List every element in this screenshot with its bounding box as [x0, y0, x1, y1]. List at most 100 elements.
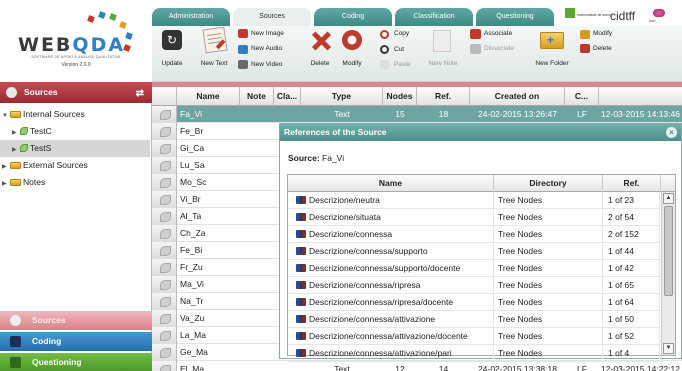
tree-item-internal-sources[interactable]: ▼ Internal Sources: [0, 106, 150, 123]
column-header-modified[interactable]: [599, 87, 682, 106]
reference-row[interactable]: Descrizione/connessa/supporto Tree Nodes 1…: [288, 243, 660, 260]
cell-type: Text: [334, 109, 350, 119]
column-header-classification[interactable]: Cla...: [274, 87, 301, 106]
logo-decoration: [87, 15, 95, 23]
modify-button[interactable]: Modify: [336, 60, 368, 67]
new-video-button[interactable]: New Video: [251, 61, 282, 68]
leaf-icon: [20, 144, 28, 152]
nav-questioning-button[interactable]: Questioning: [0, 353, 152, 371]
tree-item-label: Internal Sources: [23, 109, 85, 119]
source-icon: [152, 293, 177, 310]
reference-row[interactable]: Descrizione/connessa/supporto/docente Tre…: [288, 260, 660, 277]
scrollbar-thumb[interactable]: [664, 206, 673, 296]
column-header-name[interactable]: Name: [177, 87, 240, 106]
cut-button[interactable]: Cut: [394, 46, 404, 53]
dissociate-button[interactable]: Dissociate: [484, 45, 514, 52]
nav-sources-button[interactable]: Sources: [0, 311, 152, 330]
tab-sources[interactable]: Sources: [233, 8, 311, 26]
column-header-creator[interactable]: C...: [565, 87, 599, 106]
tab-administration[interactable]: Administration: [152, 8, 230, 26]
reference-row[interactable]: Descrizione/connessa/ripresa Tree Nodes 1 …: [288, 277, 660, 294]
associate-button[interactable]: Associate: [484, 30, 512, 37]
reference-row[interactable]: Descrizione/connessa/attivazione/docente…: [288, 328, 660, 345]
new-image-button[interactable]: New Image: [251, 30, 284, 37]
tree-item-testc[interactable]: ▶ TestC: [0, 123, 150, 140]
paste-button[interactable]: Paste: [394, 61, 411, 68]
refresh-icon[interactable]: ⇄: [136, 83, 144, 104]
copy-icon: [380, 30, 389, 39]
tree-item-notes[interactable]: ▶ Notes: [0, 174, 150, 191]
node-name: Descrizione/connessa/attivazione: [309, 314, 436, 324]
tree-item-label: External Sources: [23, 160, 88, 170]
reference-row[interactable]: Descrizione/situata Tree Nodes 2 of 54: [288, 209, 660, 226]
cell-ref: 18: [438, 109, 449, 119]
node-icon: [296, 332, 306, 340]
new-note-button[interactable]: New Note: [424, 60, 462, 67]
table-row[interactable]: El_Ma Text 12 14 24-02-2015 13:38:18 LF 12-03-…: [152, 361, 682, 371]
cell-creator: LF: [577, 109, 587, 119]
scroll-down-icon[interactable]: ▼: [663, 343, 674, 354]
tab-label: Administration: [168, 13, 214, 20]
nav-coding-button[interactable]: Coding: [0, 332, 152, 351]
node-name: Descrizione/connessa/ripresa/docente: [309, 297, 454, 307]
new-folder-button[interactable]: New Folder: [530, 60, 574, 67]
tab-questioning[interactable]: Questioning: [476, 8, 554, 26]
source-icon: [152, 106, 177, 123]
new-audio-button[interactable]: New Audio: [251, 45, 282, 52]
delete-button[interactable]: Delete: [302, 60, 338, 67]
folder-icon: [10, 162, 21, 169]
collapse-arrow-icon[interactable]: ▶: [2, 176, 10, 193]
scroll-up-icon[interactable]: ▲: [663, 193, 674, 204]
logo-decoration: [119, 21, 127, 29]
node-icon: [296, 281, 306, 289]
column-header-ref[interactable]: Ref.: [417, 87, 470, 106]
cell-name: Descrizione/connessa/attivazione/docente: [288, 328, 494, 345]
cell-directory: Tree Nodes: [494, 192, 603, 209]
reference-row[interactable]: Descrizione/connessa/attivazione/pari Tre…: [288, 345, 660, 362]
reference-row[interactable]: Descrizione/connessa/ripresa/docente Tree…: [288, 294, 660, 311]
node-name: Descrizione/situata: [309, 212, 381, 222]
column-header-directory[interactable]: Directory: [494, 175, 603, 192]
partner-label: ese: [649, 18, 656, 23]
cell-creator: LF: [577, 364, 587, 371]
new-note-icon: [433, 30, 451, 52]
new-video-icon: [238, 60, 248, 69]
tree-item-tests[interactable]: ▶ TestS: [0, 140, 150, 157]
paste-icon: [380, 60, 389, 69]
new-audio-icon: [238, 45, 248, 54]
node-icon: [296, 315, 306, 323]
tab-classification[interactable]: Classification: [395, 8, 473, 26]
cell-name: Lu_Sa: [180, 160, 205, 170]
close-icon[interactable]: ×: [666, 127, 677, 138]
new-text-button[interactable]: New Text: [196, 60, 232, 67]
tab-label: Classification: [413, 13, 455, 20]
update-button[interactable]: Update: [158, 60, 186, 67]
source-icon: [152, 276, 177, 293]
column-header-type[interactable]: Type: [301, 87, 383, 106]
cell-name: Mo_Sc: [180, 177, 207, 187]
tree-item-label: Notes: [23, 177, 46, 187]
vertical-scrollbar[interactable]: ▲ ▼: [661, 192, 675, 355]
table-row[interactable]: Fa_Vi Text 15 18 24-02-2015 13:26:47 LF 12-03-…: [152, 106, 682, 123]
tree-item-external-sources[interactable]: ▶ External Sources: [0, 157, 150, 174]
reference-row[interactable]: Descrizione/connessa/attivazione Tree Nod…: [288, 311, 660, 328]
column-header-created-on[interactable]: Created on: [470, 87, 565, 106]
column-header-note[interactable]: Note: [240, 87, 274, 106]
copy-button[interactable]: Copy: [394, 30, 409, 37]
tab-coding[interactable]: Coding: [314, 8, 392, 26]
cell-name: Ge_Ma: [180, 347, 208, 357]
references-table-header: Name Directory Ref.: [288, 175, 675, 192]
logo-decoration: [125, 32, 133, 40]
cell-directory: Tree Nodes: [494, 311, 603, 328]
source-icon: [152, 157, 177, 174]
reference-row[interactable]: Descrizione/connessa Tree Nodes 2 of 152: [288, 226, 660, 243]
reference-row[interactable]: Descrizione/neutra Tree Nodes 1 of 23: [288, 192, 660, 209]
column-header-name[interactable]: Name: [288, 175, 494, 192]
modify-folder-button[interactable]: Modify: [593, 30, 612, 37]
column-header-nodes[interactable]: Nodes: [383, 87, 417, 106]
ribbon-toolbar: ↻ Update New Text New Image New Audio Ne…: [152, 26, 682, 82]
column-header-ref[interactable]: Ref.: [603, 175, 661, 192]
node-name: Descrizione/neutra: [309, 195, 380, 205]
partner-logo-ua: universidade de aveiro: [565, 8, 612, 26]
delete-folder-button[interactable]: Delete: [593, 45, 612, 52]
